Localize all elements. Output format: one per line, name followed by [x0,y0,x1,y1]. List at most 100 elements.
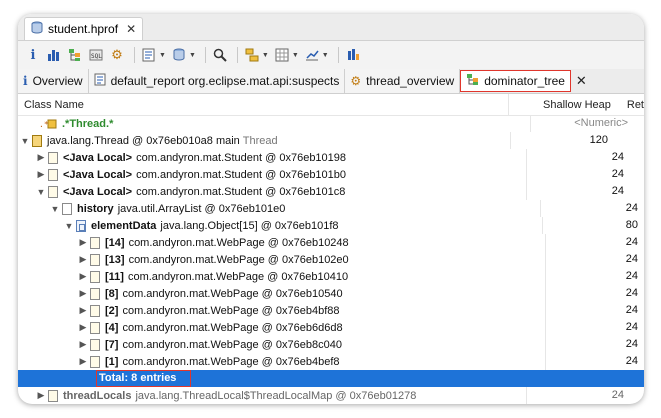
column-header-retained-heap[interactable]: Ret [617,94,644,115]
chevron-down-icon[interactable]: ▼ [189,52,196,59]
object-icon [48,389,58,402]
export-icon[interactable] [303,46,321,64]
object-icon [90,287,100,300]
row-heap: 120 [510,132,614,149]
row-heap: 24 [544,319,644,336]
object-icon [90,321,100,334]
row-prefix: [1] [105,355,119,368]
row-prefix: <Java Local> [63,185,133,198]
row-heap: 24 [540,200,644,217]
object-icon [90,338,100,351]
row-name: com.andyron.mat.WebPage @ 0x76eb10540 [122,287,343,300]
tab-default-report[interactable]: default_report org.eclipse.mat.api:suspe… [88,69,346,93]
table-row[interactable]: ▶ <Java Local> com.andyron.mat.Student @… [18,149,644,166]
chevron-down-icon[interactable]: ▼ [292,52,299,59]
object-icon [90,355,100,368]
filter-row[interactable]: .* .*Thread.* <Numeric> [18,115,644,132]
row-prefix: [14] [105,236,125,249]
chevron-right-icon[interactable]: ▶ [76,339,90,350]
gear-icon[interactable]: ⚙ [108,46,126,64]
chevron-right-icon[interactable]: ▶ [76,356,90,367]
tab-label: default_report org.eclipse.mat.api:suspe… [110,74,340,88]
table-row[interactable]: ▶ [4] com.andyron.mat.WebPage @ 0x76eb6d… [18,319,644,336]
chevron-down-icon[interactable]: ▼ [48,204,62,214]
row-prefix: [11] [105,270,124,283]
calculate-icon[interactable] [273,46,291,64]
row-prefix: elementData [91,219,157,232]
toolbar-separator [134,47,135,63]
object-icon [90,270,100,283]
group-icon[interactable] [243,46,261,64]
row-heap: 24 [526,166,630,183]
table-row[interactable]: ▶ threadLocals java.lang.ThreadLocal$Thr… [18,387,644,404]
database-icon[interactable] [170,46,188,64]
report-icon[interactable] [140,46,158,64]
chevron-right-icon[interactable]: ▶ [76,322,90,333]
tab-overview[interactable]: i Overview [18,69,89,93]
histogram-icon[interactable] [45,46,63,64]
total-entries-row[interactable]: Total: 8 entries [18,370,644,387]
chevron-right-icon[interactable]: ▶ [76,288,90,299]
table-row[interactable]: ▶ [8] com.andyron.mat.WebPage @ 0x76eb10… [18,285,644,302]
row-name: java.util.ArrayList @ 0x76eb101e0 [117,202,286,215]
table-row[interactable]: ▶ [14] com.andyron.mat.WebPage @ 0x76eb1… [18,234,644,251]
tab-thread-overview[interactable]: ⚙ thread_overview [345,69,461,93]
database-icon [31,21,43,37]
chevron-right-icon[interactable]: ▶ [34,390,48,401]
row-name: java.lang.Thread @ 0x76eb010a8 main [47,134,240,147]
array-icon [76,219,86,232]
dominator-icon[interactable] [66,46,84,64]
table-row[interactable]: ▼ <Java Local> com.andyron.mat.Student @… [18,183,644,200]
chevron-right-icon[interactable]: ▶ [76,237,90,248]
row-heap: 24 [544,268,644,285]
table-row[interactable]: ▶ [2] com.andyron.mat.WebPage @ 0x76eb4b… [18,302,644,319]
chevron-right-icon[interactable]: ▶ [34,169,48,180]
tab-dominator-tree[interactable]: dominator_tree [460,70,571,92]
chevron-down-icon[interactable]: ▼ [159,52,166,59]
toolbar-separator [236,47,238,63]
table-row[interactable]: ▶ [13] com.andyron.mat.WebPage @ 0x76eb1… [18,251,644,268]
table-row[interactable]: ▼ java.lang.Thread @ 0x76eb010a8 main Th… [18,132,644,149]
row-name: com.andyron.mat.WebPage @ 0x76eb4bef8 [122,355,340,368]
table-row[interactable]: ▶ <Java Local> com.andyron.mat.Student @… [18,166,644,183]
chevron-right-icon[interactable]: ▶ [76,305,90,316]
chevron-down-icon[interactable]: ▼ [18,136,32,146]
file-tab-student-hprof[interactable]: student.hprof ✕ [24,17,144,40]
chevron-right-icon[interactable]: ▶ [76,271,90,282]
pin-icon[interactable] [344,46,362,64]
svg-text:SQL: SQL [91,53,102,60]
row-heap: 24 [526,183,630,200]
object-icon [48,185,58,198]
row-prefix: history [77,202,114,215]
row-heap: 24 [544,302,644,319]
chevron-down-icon[interactable]: ▼ [262,52,269,59]
row-name: java.lang.ThreadLocal$ThreadLocalMap @ 0… [135,389,417,402]
chevron-right-icon[interactable]: ▶ [34,152,48,163]
chevron-down-icon[interactable]: ▼ [62,221,76,231]
heap-filter-text[interactable]: <Numeric> [530,115,634,132]
row-prefix: [8] [105,287,119,300]
table-row[interactable]: ▼ elementData java.lang.Object[15] @ 0x7… [18,217,644,234]
close-icon[interactable]: ✕ [571,69,592,93]
table-row[interactable]: ▶ [11] com.andyron.mat.WebPage @ 0x76eb1… [18,268,644,285]
table-row[interactable]: ▼ history java.util.ArrayList @ 0x76eb10… [18,200,644,217]
info-icon[interactable]: i [24,46,42,64]
table-row[interactable]: ▶ [1] com.andyron.mat.WebPage @ 0x76eb4b… [18,353,644,370]
row-prefix: [2] [105,304,119,317]
tab-label: dominator_tree [484,74,565,88]
row-prefix: [13] [105,253,125,266]
search-icon[interactable] [211,46,229,64]
close-icon[interactable]: ✕ [126,22,136,36]
sql-icon[interactable]: SQL [87,46,105,64]
column-header-class-name[interactable]: Class Name [18,94,508,115]
toolbar-separator [204,47,206,63]
table-row[interactable]: ▶ [7] com.andyron.mat.WebPage @ 0x76eb8c… [18,336,644,353]
row-name: com.andyron.mat.Student @ 0x76eb10198 [136,151,347,164]
class-filter-text[interactable]: .*Thread.* [62,118,113,130]
row-name: com.andyron.mat.WebPage @ 0x76eb8c040 [122,338,342,351]
chevron-down-icon[interactable]: ▼ [322,52,329,59]
chevron-down-icon[interactable]: ▼ [34,187,48,197]
row-heap: 80 [542,217,644,234]
chevron-right-icon[interactable]: ▶ [76,254,90,265]
column-header-shallow-heap[interactable]: Shallow Heap [507,94,617,115]
